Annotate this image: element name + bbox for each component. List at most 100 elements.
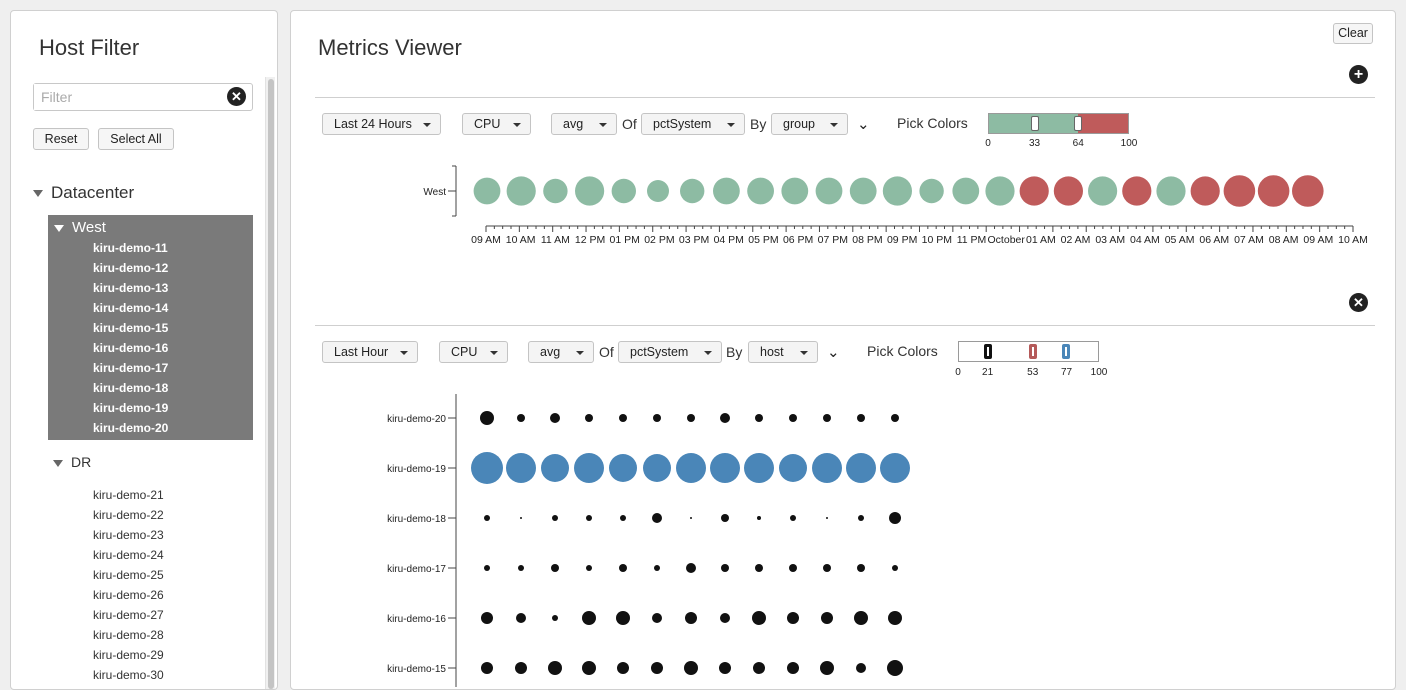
time-range-select[interactable]: Last 24 Hours xyxy=(322,113,441,135)
color-scale-handle[interactable] xyxy=(1073,116,1082,131)
aggregation-select[interactable]: avg xyxy=(551,113,617,135)
y-axis-label: West xyxy=(423,187,446,198)
host-item[interactable]: kiru-demo-13 xyxy=(93,281,168,295)
data-point xyxy=(686,563,696,573)
pick-colors-label: Pick Colors xyxy=(867,343,938,359)
chevron-down-icon[interactable]: ⌄ xyxy=(827,343,840,361)
data-point xyxy=(684,661,698,675)
data-point xyxy=(747,177,774,205)
color-scale-labels: 0 33 64 100 xyxy=(985,138,1137,150)
data-point xyxy=(1292,175,1324,207)
data-point xyxy=(611,178,636,204)
host-item[interactable]: kiru-demo-29 xyxy=(93,648,164,662)
host-item[interactable]: kiru-demo-18 xyxy=(93,381,168,395)
color-scale[interactable] xyxy=(988,113,1129,134)
data-point xyxy=(481,662,493,674)
time-range-select[interactable]: Last Hour xyxy=(322,341,418,363)
host-item[interactable]: kiru-demo-22 xyxy=(93,508,164,522)
data-point xyxy=(889,512,901,524)
color-scale-handle[interactable] xyxy=(1030,116,1039,131)
x-tick-label: 06 AM xyxy=(1199,234,1229,246)
data-point xyxy=(1257,175,1290,207)
data-point xyxy=(548,661,562,675)
data-point xyxy=(1053,176,1083,206)
host-item[interactable]: kiru-demo-25 xyxy=(93,568,164,582)
data-point xyxy=(919,178,944,204)
clear-filter-icon[interactable]: ✕ xyxy=(227,87,246,106)
host-item[interactable]: kiru-demo-11 xyxy=(93,241,168,255)
expand-triangle-icon[interactable] xyxy=(33,190,43,198)
color-scale-handle[interactable] xyxy=(1062,344,1071,359)
x-tick-label: 02 PM xyxy=(644,234,674,246)
metric-select[interactable]: CPU xyxy=(439,341,508,363)
group-by-select[interactable]: host xyxy=(748,341,818,363)
host-item[interactable]: kiru-demo-30 xyxy=(93,668,164,682)
data-point xyxy=(481,612,493,624)
chevron-down-icon[interactable]: ⌄ xyxy=(857,115,870,133)
data-point xyxy=(651,662,663,674)
data-point xyxy=(820,661,834,675)
host-item[interactable]: kiru-demo-20 xyxy=(93,421,168,435)
x-tick-label: 12 PM xyxy=(575,234,605,246)
group-dr-list: kiru-demo-21 kiru-demo-22 kiru-demo-23 kiru… xyxy=(48,473,253,689)
data-point xyxy=(654,565,660,571)
aggregation-select[interactable]: avg xyxy=(528,341,594,363)
of-label: Of xyxy=(622,116,637,132)
expand-triangle-icon[interactable] xyxy=(54,224,64,232)
data-point xyxy=(687,414,695,422)
host-item[interactable]: kiru-demo-14 xyxy=(93,301,168,315)
x-tick-label: 04 PM xyxy=(714,234,744,246)
host-item[interactable]: kiru-demo-23 xyxy=(93,528,164,542)
x-tick-label: 11 AM xyxy=(541,234,570,246)
group-west-header[interactable]: West xyxy=(54,219,106,236)
close-chart-icon[interactable]: ✕ xyxy=(1349,293,1368,312)
host-item[interactable]: kiru-demo-19 xyxy=(93,401,168,415)
data-point xyxy=(685,612,697,624)
data-point xyxy=(823,564,831,572)
group-dr-header[interactable]: DR xyxy=(53,454,91,470)
host-item[interactable]: kiru-demo-28 xyxy=(93,628,164,642)
host-item[interactable]: kiru-demo-15 xyxy=(93,321,168,335)
color-scale[interactable] xyxy=(958,341,1099,362)
data-point xyxy=(854,611,868,625)
data-point xyxy=(617,662,629,674)
group-west[interactable]: West kiru-demo-11 kiru-demo-12 kiru-demo-1… xyxy=(48,215,253,440)
color-scale-handle[interactable] xyxy=(984,344,993,359)
filter-field[interactable]: ✕ xyxy=(33,83,253,111)
host-item[interactable]: kiru-demo-17 xyxy=(93,361,168,375)
color-scale-handle[interactable] xyxy=(1028,344,1037,359)
filter-input[interactable] xyxy=(34,84,219,110)
x-tick-label: 06 PM xyxy=(783,234,813,246)
data-point xyxy=(812,453,842,483)
select-all-button[interactable]: Select All xyxy=(98,128,174,150)
data-point xyxy=(506,453,536,483)
host-item[interactable]: kiru-demo-26 xyxy=(93,588,164,602)
host-item[interactable]: kiru-demo-16 xyxy=(93,341,168,355)
data-point xyxy=(887,660,903,676)
data-point xyxy=(1223,175,1256,207)
tree-scrollbar[interactable] xyxy=(265,77,275,689)
tree-root-datacenter[interactable]: Datacenter xyxy=(33,183,134,203)
host-item[interactable]: kiru-demo-27 xyxy=(93,608,164,622)
data-point xyxy=(647,180,669,202)
data-point xyxy=(619,414,627,422)
field-select[interactable]: pctSystem xyxy=(641,113,745,135)
x-tick-label: 05 PM xyxy=(748,234,778,246)
y-axis-label: kiru-demo-17 xyxy=(387,564,446,575)
data-point xyxy=(787,662,799,674)
reset-button[interactable]: Reset xyxy=(33,128,89,150)
field-select[interactable]: pctSystem xyxy=(618,341,722,363)
expand-triangle-icon[interactable] xyxy=(53,459,63,467)
metric-select[interactable]: CPU xyxy=(462,113,531,135)
host-item[interactable]: kiru-demo-24 xyxy=(93,548,164,562)
clear-button[interactable]: Clear xyxy=(1333,23,1373,44)
caret-down-icon xyxy=(727,123,735,127)
scrollbar-thumb[interactable] xyxy=(268,79,274,689)
add-chart-icon[interactable]: + xyxy=(1349,65,1368,84)
data-point xyxy=(574,453,604,483)
data-point xyxy=(720,413,730,423)
chart-group-by-host: kiru-demo-20 kiru-demo-19 kiru-demo-18 kiru… xyxy=(387,394,910,687)
group-by-select[interactable]: group xyxy=(771,113,848,135)
host-item[interactable]: kiru-demo-12 xyxy=(93,261,168,275)
host-item[interactable]: kiru-demo-21 xyxy=(93,488,164,502)
